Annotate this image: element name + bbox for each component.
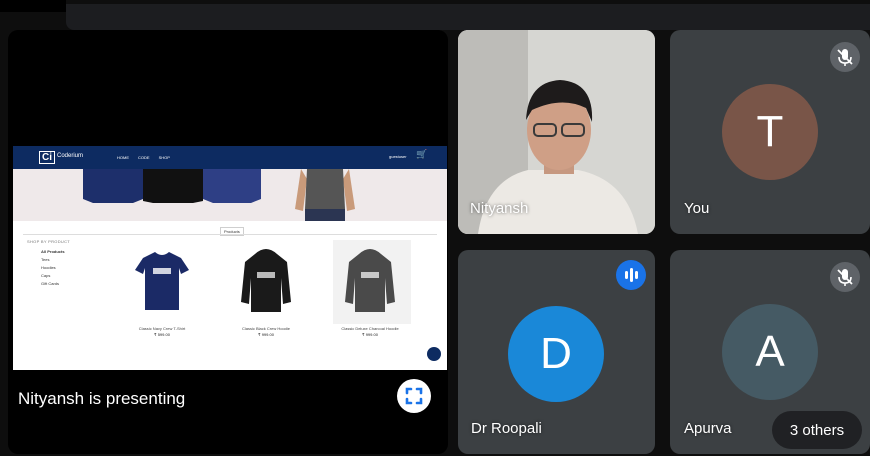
participant-tile-dr-roopali[interactable]: D Dr Roopali (458, 250, 655, 454)
site-logo: Ci (39, 151, 55, 164)
product-name: Classic Navy Crew T-Shirt (138, 326, 186, 331)
participant-tile-nityansh[interactable]: Nityansh (458, 30, 655, 234)
mic-off-indicator (830, 262, 860, 292)
divider (23, 234, 437, 235)
site-user-menu: guestuser (389, 154, 407, 159)
product-price: ₹ 599.00 (154, 332, 170, 337)
product-name: Classic Black Crew Hoodie (241, 326, 290, 331)
avatar: A (722, 304, 818, 400)
cart-icon: 🛒 (416, 149, 428, 159)
product-name: Classic Deluxe Charcoal Hoodie (341, 326, 399, 331)
participant-name: Nityansh (470, 200, 529, 217)
avatar: D (508, 306, 604, 402)
presentation-tile[interactable]: Ci Coderium HOME CODE SHOP guestuser 🛒 P… (8, 30, 448, 454)
hero-model-image (295, 169, 355, 221)
product-image-navy-tee (121, 238, 203, 324)
product-price: ₹ 999.00 (258, 332, 274, 337)
top-bar-corner (0, 0, 66, 12)
site-nav-home: HOME (117, 155, 129, 160)
mic-off-indicator (830, 42, 860, 72)
presenting-label: Nityansh is presenting (18, 389, 186, 408)
mic-off-icon (837, 269, 853, 286)
shared-screen: Ci Coderium HOME CODE SHOP guestuser 🛒 P… (13, 146, 447, 370)
fullscreen-icon (405, 387, 423, 405)
mic-off-icon (837, 49, 853, 66)
avatar: T (722, 84, 818, 180)
site-brand-name: Coderium (57, 153, 84, 159)
participant-tile-you[interactable]: T You (670, 30, 870, 234)
site-navbar: Ci Coderium HOME CODE SHOP guestuser 🛒 (13, 146, 447, 169)
participant-name: Apurva (684, 420, 732, 437)
product-image-charcoal-hoodie (329, 238, 411, 324)
audio-level-icon (616, 260, 646, 290)
site-hero-banner (13, 169, 447, 221)
hero-navy-tee (83, 169, 143, 203)
site-nav-code: CODE (138, 155, 150, 160)
participant-name: You (684, 200, 710, 217)
category-item: Hoodies (41, 265, 56, 270)
hero-blue-tee (203, 169, 261, 203)
category-item: Caps (41, 273, 51, 278)
category-list: All Products Tees Hoodies Caps Gift Card… (41, 249, 65, 289)
product-image-black-hoodie (225, 238, 307, 324)
hero-black-tee (143, 169, 203, 203)
product-price: ₹ 999.00 (362, 332, 378, 337)
category-heading: SHOP BY PRODUCT (27, 239, 71, 244)
site-chat-icon (427, 347, 441, 361)
top-bar (66, 4, 870, 30)
site-nav-shop: SHOP (158, 155, 170, 160)
participant-name: Dr Roopali (471, 420, 542, 437)
category-item: Gift Cards (41, 281, 60, 286)
category-item: Tees (41, 257, 50, 262)
category-item: All Products (41, 249, 65, 254)
fullscreen-button[interactable] (397, 379, 431, 413)
others-button[interactable]: 3 others (772, 411, 862, 449)
